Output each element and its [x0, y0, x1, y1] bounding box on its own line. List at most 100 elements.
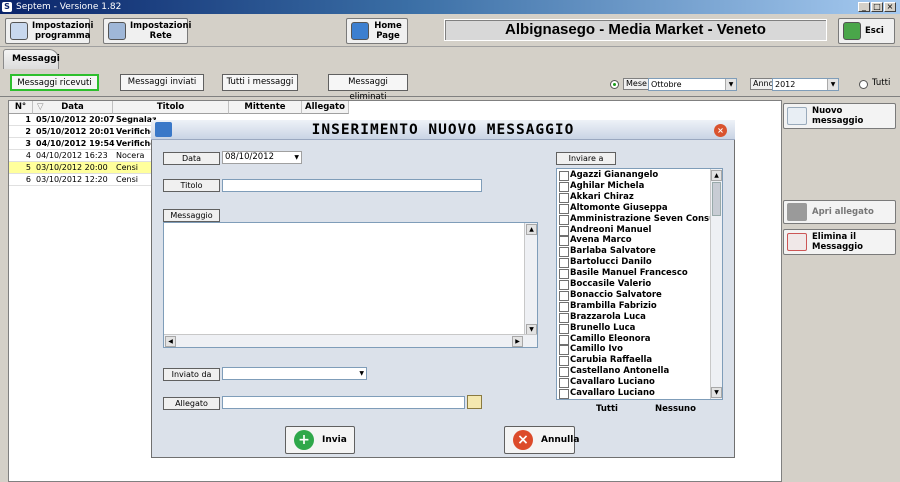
row-title: Segnalazi	[116, 115, 156, 124]
close-icon[interactable]: ×	[714, 124, 727, 137]
send-button[interactable]: + Invia	[285, 426, 355, 454]
envelope-delete-icon	[787, 233, 807, 251]
recipient-checkbox-item[interactable]: Brambilla Fabrizio	[559, 301, 709, 312]
year-select-value: 2012	[775, 80, 796, 89]
scroll-up-icon[interactable]: ▲	[526, 224, 537, 235]
settings-network-button[interactable]: Impostazioni Rete	[103, 18, 191, 44]
all-radio[interactable]	[859, 80, 868, 89]
recipient-checkbox-item[interactable]: Amministrazione Seven Consulting	[559, 214, 722, 225]
recipient-checkbox-item[interactable]: Aghilar Michela	[559, 181, 709, 192]
recipients-list[interactable]: Agazzi Gianangelo Aghilar Michela Akkari C…	[556, 168, 723, 400]
scroll-up-icon[interactable]: ▲	[711, 170, 722, 181]
open-attachment-label: Apri allegato	[812, 207, 874, 217]
cancel-label: Annulla	[541, 435, 580, 445]
sent-by-label: Inviato da	[163, 368, 220, 381]
date-label: Data	[163, 152, 220, 165]
window-title-bar[interactable]: S Septem - Versione 1.82	[0, 0, 900, 14]
right-action-panel	[781, 100, 900, 482]
home-page-button[interactable]: Home Page	[346, 18, 408, 44]
row-number: 1	[25, 115, 31, 124]
folder-open-icon[interactable]	[467, 395, 482, 409]
chevron-down-icon: ▼	[725, 79, 736, 90]
tools-icon	[10, 22, 28, 40]
row-number: 3	[25, 139, 31, 148]
new-message-label: Nuovo messaggio	[812, 106, 864, 126]
maximize-button[interactable]: □	[871, 2, 883, 12]
row-date: 03/10/2012 12:20	[36, 175, 108, 184]
settings-program-label: Impostazioni programma	[32, 21, 94, 41]
recipient-checkbox-item[interactable]: Barlaba Salvatore	[559, 246, 709, 258]
recipient-checkbox-item[interactable]: Akkari Chiraz	[559, 192, 709, 203]
open-attachment-button[interactable]: Apri allegato	[783, 200, 896, 224]
select-none-link[interactable]: Nessuno	[655, 404, 696, 414]
recipient-checkbox-item[interactable]: Andreoni Manuel	[559, 225, 709, 236]
row-number: 5	[25, 163, 31, 172]
vertical-scrollbar[interactable]: ▲ ▼	[524, 223, 537, 336]
window-title: Septem - Versione 1.82	[16, 2, 122, 12]
recipient-checkbox-item[interactable]: Brunello Luca	[559, 323, 709, 334]
attachment-input[interactable]	[222, 396, 465, 409]
date-value: 08/10/2012	[225, 152, 274, 162]
exit-button[interactable]: Esci	[838, 18, 895, 44]
minimize-button[interactable]: _	[858, 2, 870, 12]
column-header-attachment[interactable]: Allegato	[302, 101, 349, 114]
select-all-link[interactable]: Tutti	[596, 404, 618, 414]
tab-messaggi[interactable]: Messaggi	[3, 49, 60, 69]
app-icon: S	[2, 2, 12, 12]
recipient-checkbox-item[interactable]: Boccasile Valerio	[559, 279, 709, 290]
message-textarea[interactable]: ▲ ▼ ◀ ▶	[163, 222, 538, 348]
envelope-add-icon	[787, 107, 807, 125]
close-window-button[interactable]: ×	[884, 2, 896, 12]
recipient-checkbox-item[interactable]: Cavallaro Luciano	[559, 388, 709, 399]
recipient-checkbox-item[interactable]: Bonaccio Salvatore	[559, 290, 709, 301]
month-select[interactable]: Ottobre ▼	[648, 78, 737, 91]
scroll-right-icon[interactable]: ▶	[512, 336, 523, 347]
month-radio[interactable]	[610, 80, 619, 89]
store-name-banner: Albignasego - Media Market - Veneto	[444, 19, 827, 41]
all-messages-button[interactable]: Tutti i messaggi	[222, 74, 298, 91]
recipient-checkbox-item[interactable]: Agazzi Gianangelo	[559, 170, 709, 181]
column-header-date-label: Data	[61, 102, 84, 112]
delete-message-label: Elimina il Messaggio	[812, 232, 863, 252]
received-messages-button[interactable]: Messaggi ricevuti	[10, 74, 99, 91]
column-header-sender[interactable]: Mittente	[229, 101, 302, 114]
recipient-checkbox-item[interactable]: Carubia Raffaella	[559, 355, 709, 367]
new-message-button[interactable]: Nuovo messaggio	[783, 103, 896, 129]
recipients-scrollbar[interactable]: ▲ ▼	[710, 169, 722, 399]
row-date: 04/10/2012 19:54	[36, 139, 115, 148]
sent-messages-button[interactable]: Messaggi inviati	[120, 74, 204, 91]
column-header-title[interactable]: Titolo	[113, 101, 229, 114]
month-label: Mese	[623, 78, 650, 90]
delete-message-button[interactable]: Elimina il Messaggio	[783, 229, 896, 255]
recipient-checkbox-item[interactable]: Cavallaro Luciano	[559, 377, 709, 389]
row-number: 6	[25, 175, 31, 184]
recipient-checkbox-item[interactable]: Brazzarola Luca	[559, 312, 709, 323]
recipient-checkbox-item[interactable]: Basile Manuel Francesco	[559, 268, 709, 280]
row-title: Verifiche	[116, 139, 156, 148]
recipient-checkbox-item[interactable]: Camillo Ivo	[559, 344, 709, 356]
deleted-messages-button[interactable]: Messaggi eliminati	[328, 74, 408, 102]
column-header-number[interactable]: N°	[9, 101, 33, 114]
column-header-date[interactable]: ▽ Data	[33, 101, 113, 114]
plus-icon: +	[294, 430, 314, 450]
scroll-left-icon[interactable]: ◀	[165, 336, 176, 347]
exit-label: Esci	[865, 26, 884, 36]
sent-by-select[interactable]: ▼	[222, 367, 367, 380]
scroll-down-icon[interactable]: ▼	[711, 387, 722, 398]
recipient-checkbox-item[interactable]: Avena Marco	[559, 235, 709, 247]
home-globe-icon	[351, 22, 369, 40]
recipient-checkbox-item[interactable]: Bartolucci Danilo	[559, 257, 709, 269]
cancel-button[interactable]: × Annulla	[504, 426, 579, 454]
tab-strip	[0, 47, 900, 69]
date-picker[interactable]: 08/10/2012 ▼	[222, 151, 302, 164]
scroll-thumb[interactable]	[712, 182, 721, 216]
recipient-checkbox-item[interactable]: Castellano Antonella	[559, 366, 709, 378]
home-page-label: Home Page	[374, 21, 402, 41]
recipient-checkbox-item[interactable]: Altomonte Giuseppa	[559, 203, 709, 214]
horizontal-scrollbar[interactable]: ◀ ▶	[164, 334, 537, 347]
recipient-checkbox-item[interactable]: Camillo Eleonora	[559, 334, 709, 345]
year-select[interactable]: 2012 ▼	[772, 78, 839, 91]
title-input[interactable]	[222, 179, 482, 192]
settings-program-button[interactable]: Impostazioni programma	[5, 18, 94, 44]
month-select-value: Ottobre	[651, 80, 682, 89]
